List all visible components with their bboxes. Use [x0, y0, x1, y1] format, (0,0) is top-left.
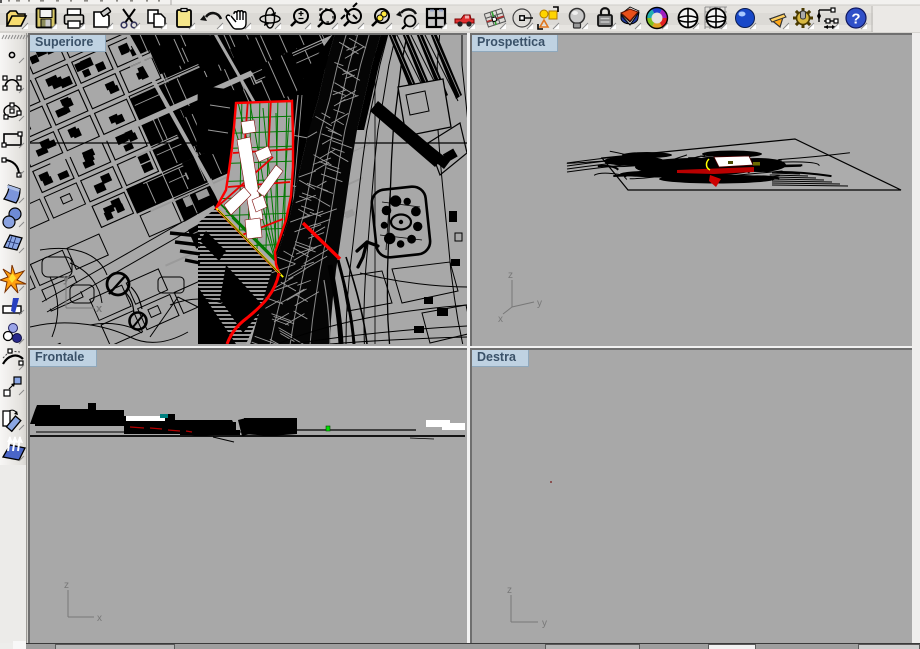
svg-text:y: y [63, 273, 70, 285]
svg-text:x: x [97, 613, 102, 624]
svg-text:y: y [542, 618, 547, 629]
svg-text:y: y [537, 298, 542, 309]
svg-text:z: z [64, 580, 69, 591]
svg-text:x: x [96, 303, 103, 315]
svg-text:?: ? [851, 11, 860, 28]
svg-text:z: z [508, 270, 513, 281]
svg-text:x: x [498, 314, 503, 325]
svg-text:z: z [507, 585, 512, 596]
